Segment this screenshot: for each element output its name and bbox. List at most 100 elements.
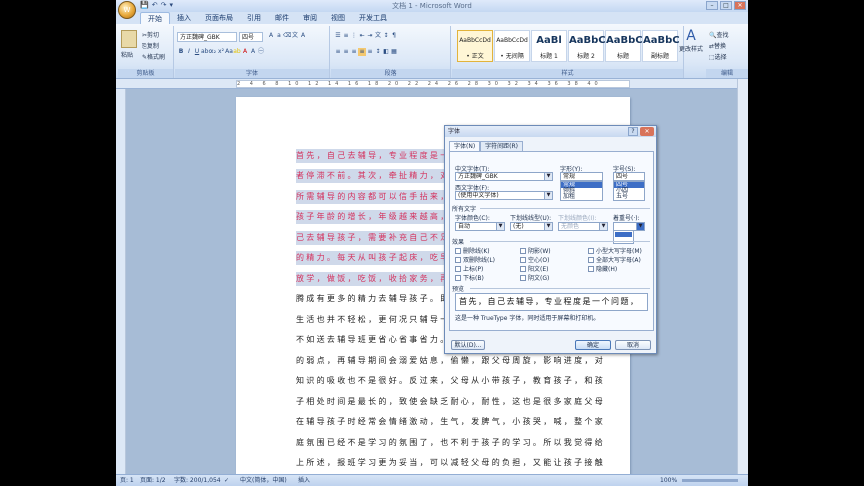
char-shading-icon[interactable]: A <box>249 48 257 56</box>
save-icon[interactable]: 💾 <box>140 1 149 9</box>
tab-view[interactable]: 视图 <box>324 12 352 24</box>
sort-icon[interactable]: ↕ <box>382 32 390 40</box>
tab-insert[interactable]: 插入 <box>170 12 198 24</box>
status-words[interactable]: 字数: 200/1,054 <box>174 475 221 486</box>
list-item[interactable]: 加粗 <box>561 194 602 200</box>
list-item[interactable] <box>615 232 632 237</box>
text-line[interactable]: 己去辅导孩子，需要补充自己不足部 <box>296 231 461 245</box>
tab-review[interactable]: 审阅 <box>296 12 324 24</box>
highlight-icon[interactable]: ab <box>233 48 241 56</box>
tab-font[interactable]: 字体(N) <box>449 141 481 151</box>
style-heading-1[interactable]: AaBl 标题 1 <box>531 30 567 62</box>
replace-button[interactable]: ⇄替换 <box>709 41 726 50</box>
shrink-font-icon[interactable]: a <box>275 32 283 40</box>
tab-mailings[interactable]: 邮件 <box>268 12 296 24</box>
status-language[interactable]: 中文(简体，中国) <box>240 475 287 486</box>
text-line[interactable]: 者停滞不前。其次，牵扯精力，对于 <box>296 169 461 183</box>
format-painter-button[interactable]: ✎格式刷 <box>142 52 165 61</box>
bold-icon[interactable]: B <box>177 48 185 56</box>
proofing-icon[interactable]: ✓ <box>224 475 229 486</box>
align-center-icon[interactable]: ≡ <box>342 48 350 56</box>
distributed-icon[interactable]: ≡ <box>366 48 374 56</box>
tab-home[interactable]: 开始 <box>140 12 170 24</box>
all-caps-checkbox[interactable]: 全部大写字母(A) <box>588 255 641 264</box>
justify-icon[interactable]: ≡ <box>358 48 366 56</box>
font-size-combo[interactable]: 四号 <box>239 32 263 42</box>
change-styles-button[interactable]: A 更改样式 <box>678 28 704 53</box>
paste-button[interactable]: 粘贴 <box>121 50 133 59</box>
borders-icon[interactable]: ▦ <box>390 48 398 56</box>
numbering-icon[interactable]: ≡ <box>342 32 350 40</box>
style-title[interactable]: AaBbC 标题 <box>605 30 643 62</box>
status-mode[interactable]: 插入 <box>298 475 310 486</box>
change-case-icon[interactable]: Aa <box>225 48 233 56</box>
grow-font-icon[interactable]: A <box>267 32 275 40</box>
small-caps-checkbox[interactable]: 小型大写字母(M) <box>588 246 642 255</box>
minimize-button[interactable]: – <box>706 1 718 10</box>
text-line[interactable]: 所需辅导的内容都可以信手拈来，不 <box>296 190 461 204</box>
customize-qat-icon[interactable]: ▾ <box>169 1 173 9</box>
superscript-checkbox[interactable]: 上标(P) <box>455 264 483 273</box>
outline-checkbox[interactable]: 空心(O) <box>520 255 549 264</box>
tab-developer[interactable]: 开发工具 <box>352 12 394 24</box>
vertical-ruler[interactable] <box>116 89 126 474</box>
subscript-icon[interactable]: x₂ <box>209 48 217 56</box>
redo-icon[interactable]: ↷ <box>161 1 167 9</box>
shadow-checkbox[interactable]: 阴影(W) <box>520 246 551 255</box>
font-color-select[interactable]: 自动 ▼ <box>455 222 505 231</box>
hidden-checkbox[interactable]: 隐藏(H) <box>588 264 617 273</box>
multilevel-icon[interactable]: ⋮ <box>350 32 358 40</box>
cancel-button[interactable]: 取消 <box>615 340 651 350</box>
bullets-icon[interactable]: ☰ <box>334 32 342 40</box>
find-button[interactable]: 🔍查找 <box>709 30 729 39</box>
cut-button[interactable]: ✂剪切 <box>142 30 159 39</box>
text-line[interactable]: 放学，做饭，吃饭，收拾家务，再辅 <box>296 272 461 286</box>
underline-color-select[interactable]: 无颜色 ▼ <box>558 222 608 231</box>
text-line[interactable]: 上所述，报班学习更为妥当，可以减轻父母的负担，又能让孩子接触 <box>296 456 605 470</box>
style-normal[interactable]: AaBbCcDd • 正文 <box>457 30 493 62</box>
text-line[interactable]: 庭氛围已经不是学习的氛围了，也不利于孩子的学习。所以我觉得给 <box>296 436 605 450</box>
shading-icon[interactable]: ◧ <box>382 48 390 56</box>
font-size-list[interactable]: 四号 小四 五号 <box>613 181 645 201</box>
decrease-indent-icon[interactable]: ⇤ <box>358 32 366 40</box>
strikethrough-icon[interactable]: abc <box>201 48 212 56</box>
close-button[interactable]: ✕ <box>734 1 746 10</box>
west-font-select[interactable]: (使用中文字体) ▼ <box>455 191 553 200</box>
text-line[interactable]: 孩子年龄的增长，年级越来越高，知 <box>296 210 461 224</box>
vertical-scrollbar[interactable] <box>737 79 748 474</box>
dialog-close-button[interactable]: ✕ <box>640 127 654 136</box>
cn-font-select[interactable]: 方正魏碑_GBK ▼ <box>455 172 553 181</box>
engrave-checkbox[interactable]: 阴文(G) <box>520 273 549 282</box>
text-line[interactable]: 在辅导孩子时经常会情绪激动，生气，发脾气，小孩哭，喊，整个家 <box>296 415 605 429</box>
font-size-field[interactable]: 四号 <box>613 172 645 181</box>
line-spacing-icon[interactable]: ↕ <box>374 48 382 56</box>
phonetic-icon[interactable]: 文 <box>291 32 299 40</box>
font-style-field[interactable]: 常规 <box>560 172 603 181</box>
list-item[interactable]: 五号 <box>614 194 644 200</box>
text-line[interactable]: 腾成有更多的精力去辅导孩子。即使 <box>296 292 461 306</box>
increase-indent-icon[interactable]: ⇥ <box>366 32 374 40</box>
underline-style-select[interactable]: (无) ▼ <box>510 222 553 231</box>
undo-icon[interactable]: ↶ <box>152 1 158 9</box>
enclose-char-icon[interactable]: ㊀ <box>257 48 265 56</box>
copy-button[interactable]: ⎘复制 <box>142 41 159 51</box>
text-line[interactable]: 生活也并不轻松，更何况只辅导一个 <box>296 313 461 327</box>
status-pages[interactable]: 页面: 1/2 <box>140 475 166 486</box>
default-button[interactable]: 默认(D)... <box>451 340 485 350</box>
style-no-spacing[interactable]: AaBbCcDd • 无间隔 <box>494 30 530 62</box>
horizontal-ruler[interactable]: 2 4 6 8 10 12 14 16 18 20 22 24 26 28 30… <box>116 79 748 89</box>
clear-format-icon[interactable]: ⌫ <box>283 32 291 40</box>
chinese-layout-icon[interactable]: 文 <box>374 32 382 40</box>
help-button[interactable]: ? <box>628 127 638 136</box>
underline-icon[interactable]: U <box>193 48 201 56</box>
text-line[interactable]: 子相处时间是最长的，致使会缺乏耐心，耐性，这也是很多家庭父母 <box>296 395 605 409</box>
superscript-icon[interactable]: x² <box>217 48 225 56</box>
align-right-icon[interactable]: ≡ <box>350 48 358 56</box>
show-marks-icon[interactable]: ¶ <box>390 32 398 40</box>
tab-char-spacing[interactable]: 字符间距(R) <box>480 141 524 151</box>
text-line[interactable]: 首先，自己去辅导，专业程度是一个 <box>296 149 461 163</box>
text-line[interactable]: 的弱点，再辅导期间会溺爱姑息，偷懒，跟父母周旋，影响进度，对 <box>296 354 605 368</box>
status-page[interactable]: 页: 1 <box>120 475 134 486</box>
text-line[interactable]: 的精力。每天从叫孩子起床，吃早餐 <box>296 251 461 265</box>
char-border-icon[interactable]: A <box>299 32 307 40</box>
